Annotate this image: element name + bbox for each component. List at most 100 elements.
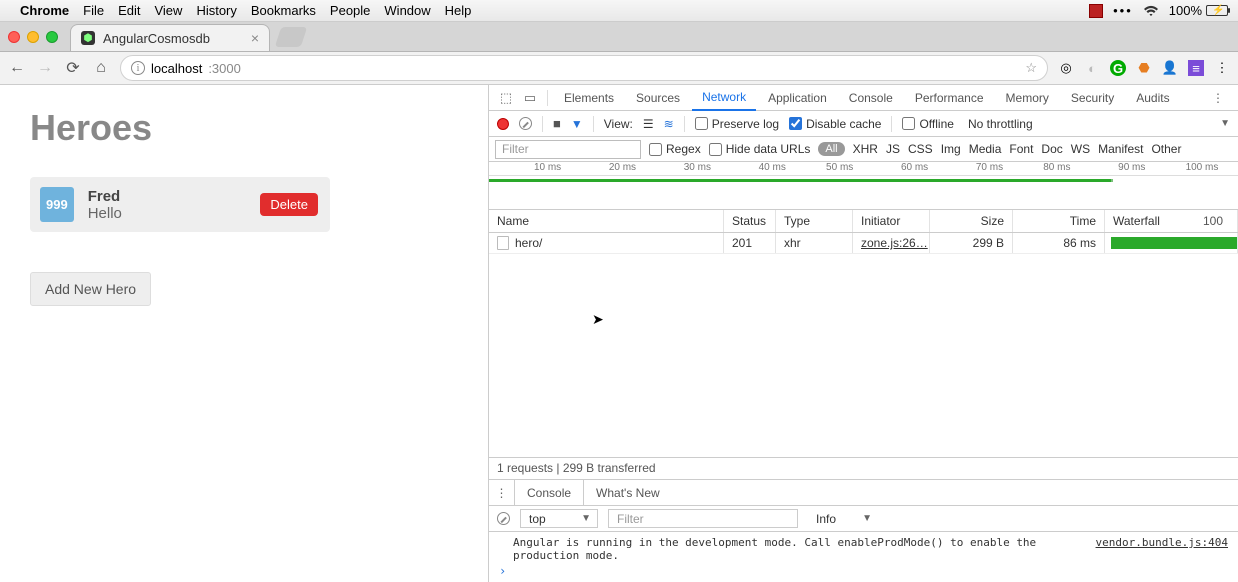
address-bar[interactable]: i localhost:3000 ☆ bbox=[120, 55, 1048, 81]
extension-icon[interactable]: ◐ bbox=[1084, 60, 1100, 76]
devtools-panel: ⬚ ▭ Elements Sources Network Application… bbox=[488, 85, 1238, 582]
extension-icon[interactable]: ◎ bbox=[1058, 60, 1074, 76]
filter-type-other[interactable]: Other bbox=[1151, 142, 1181, 156]
waterfall-view-icon[interactable]: ≋ bbox=[664, 117, 674, 131]
tab-elements[interactable]: Elements bbox=[554, 85, 624, 111]
file-icon bbox=[497, 236, 509, 250]
menu-people[interactable]: People bbox=[330, 3, 370, 18]
filter-type-xhr[interactable]: XHR bbox=[853, 142, 878, 156]
extension-icon[interactable]: ⬣ bbox=[1136, 60, 1152, 76]
filter-type-doc[interactable]: Doc bbox=[1041, 142, 1062, 156]
zoom-window-button[interactable] bbox=[46, 31, 58, 43]
tab-close-icon[interactable]: × bbox=[251, 30, 259, 46]
menubar-overflow-icon[interactable]: ••• bbox=[1113, 3, 1133, 18]
chrome-menu-icon[interactable]: ⋮ bbox=[1214, 60, 1230, 76]
large-rows-icon[interactable]: ☰ bbox=[643, 117, 654, 131]
menubar-extra-icon[interactable] bbox=[1089, 4, 1103, 18]
drawer-tab-console[interactable]: Console bbox=[515, 480, 584, 505]
col-waterfall[interactable]: Waterfall100 bbox=[1105, 210, 1238, 232]
site-info-icon[interactable]: i bbox=[131, 61, 145, 75]
network-filter-input[interactable]: Filter bbox=[495, 140, 641, 159]
hero-id-badge: 999 bbox=[40, 187, 74, 222]
clear-button[interactable] bbox=[519, 117, 532, 130]
hero-name: Fred bbox=[88, 188, 247, 205]
menu-window[interactable]: Window bbox=[384, 3, 430, 18]
console-prompt[interactable]: › bbox=[489, 564, 1238, 582]
console-level-select[interactable]: Info▼ bbox=[808, 509, 878, 528]
disable-cache-checkbox[interactable]: Disable cache bbox=[789, 117, 881, 131]
hero-card[interactable]: 999 Fred Hello Delete bbox=[30, 177, 330, 232]
col-type[interactable]: Type bbox=[776, 210, 853, 232]
reload-button[interactable]: ⟳ bbox=[64, 58, 82, 78]
menu-help[interactable]: Help bbox=[445, 3, 472, 18]
extension-icon[interactable]: ≡ bbox=[1188, 60, 1204, 76]
forward-button[interactable]: → bbox=[36, 59, 54, 77]
filter-type-ws[interactable]: WS bbox=[1071, 142, 1090, 156]
network-timeline[interactable]: 10 ms 20 ms 30 ms 40 ms 50 ms 60 ms 70 m… bbox=[489, 162, 1238, 210]
chrome-tabstrip: ⬢ AngularCosmosdb × bbox=[0, 22, 1238, 52]
menu-view[interactable]: View bbox=[154, 3, 182, 18]
offline-checkbox[interactable]: Offline bbox=[902, 117, 953, 131]
col-status[interactable]: Status bbox=[724, 210, 776, 232]
new-tab-button[interactable] bbox=[275, 27, 307, 47]
drawer-menu-icon[interactable]: ⋮ bbox=[489, 480, 515, 505]
col-size[interactable]: Size bbox=[930, 210, 1013, 232]
tab-memory[interactable]: Memory bbox=[996, 85, 1059, 111]
url-host: localhost bbox=[151, 61, 202, 76]
col-initiator[interactable]: Initiator bbox=[853, 210, 930, 232]
delete-button[interactable]: Delete bbox=[260, 193, 318, 216]
chevron-down-icon[interactable]: ▼ bbox=[1220, 118, 1230, 129]
extension-icon[interactable]: G bbox=[1110, 60, 1126, 76]
filter-type-css[interactable]: CSS bbox=[908, 142, 933, 156]
menu-history[interactable]: History bbox=[196, 3, 236, 18]
record-button[interactable] bbox=[497, 118, 509, 130]
back-button[interactable]: ← bbox=[8, 59, 26, 77]
screenshot-icon[interactable]: ■ bbox=[553, 116, 561, 131]
minimize-window-button[interactable] bbox=[27, 31, 39, 43]
tab-performance[interactable]: Performance bbox=[905, 85, 994, 111]
home-button[interactable]: ⌂ bbox=[92, 59, 110, 77]
add-hero-button[interactable]: Add New Hero bbox=[30, 272, 151, 306]
bookmark-star-icon[interactable]: ☆ bbox=[1025, 60, 1037, 76]
menubar-app[interactable]: Chrome bbox=[20, 3, 69, 18]
inspect-element-icon[interactable]: ⬚ bbox=[495, 90, 517, 106]
hide-data-urls-checkbox[interactable]: Hide data URLs bbox=[709, 142, 811, 156]
filter-type-js[interactable]: JS bbox=[886, 142, 900, 156]
console-clear-button[interactable] bbox=[497, 512, 510, 525]
network-row[interactable]: hero/ 201 xhr zone.js:26… 299 B 86 ms bbox=[489, 233, 1238, 254]
tab-network[interactable]: Network bbox=[692, 85, 756, 111]
menu-edit[interactable]: Edit bbox=[118, 3, 140, 18]
filter-toggle-icon[interactable]: ▼ bbox=[571, 117, 583, 131]
drawer-tab-whatsnew[interactable]: What's New bbox=[584, 480, 672, 505]
chrome-toolbar: ← → ⟳ ⌂ i localhost:3000 ☆ ◎ ◐ G ⬣ 👤 ≡ ⋮ bbox=[0, 52, 1238, 85]
browser-tab[interactable]: ⬢ AngularCosmosdb × bbox=[70, 24, 270, 51]
preserve-log-checkbox[interactable]: Preserve log bbox=[695, 117, 779, 131]
menu-file[interactable]: File bbox=[83, 3, 104, 18]
col-name[interactable]: Name bbox=[489, 210, 724, 232]
tab-sources[interactable]: Sources bbox=[626, 85, 690, 111]
filter-type-manifest[interactable]: Manifest bbox=[1098, 142, 1143, 156]
row-time: 86 ms bbox=[1013, 233, 1105, 253]
extension-icon[interactable]: 👤 bbox=[1162, 60, 1178, 76]
tab-application[interactable]: Application bbox=[758, 85, 837, 111]
console-context-select[interactable]: top▼ bbox=[520, 509, 598, 528]
tab-console[interactable]: Console bbox=[839, 85, 903, 111]
close-window-button[interactable] bbox=[8, 31, 20, 43]
tab-audits[interactable]: Audits bbox=[1126, 85, 1179, 111]
wifi-icon[interactable] bbox=[1143, 5, 1159, 17]
row-initiator[interactable]: zone.js:26… bbox=[861, 236, 928, 250]
tab-security[interactable]: Security bbox=[1061, 85, 1124, 111]
device-toolbar-icon[interactable]: ▭ bbox=[519, 90, 541, 106]
page-content: Heroes 999 Fred Hello Delete Add New Her… bbox=[0, 85, 488, 582]
console-source-link[interactable]: vendor.bundle.js:404 bbox=[1096, 536, 1228, 549]
console-filter-input[interactable]: Filter bbox=[608, 509, 798, 528]
filter-type-font[interactable]: Font bbox=[1009, 142, 1033, 156]
menu-bookmarks[interactable]: Bookmarks bbox=[251, 3, 316, 18]
devtools-menu-icon[interactable]: ⋮ bbox=[1204, 91, 1232, 105]
col-time[interactable]: Time bbox=[1013, 210, 1105, 232]
filter-type-img[interactable]: Img bbox=[941, 142, 961, 156]
filter-type-media[interactable]: Media bbox=[969, 142, 1002, 156]
throttling-select[interactable]: No throttling bbox=[968, 117, 1033, 131]
filter-type-all[interactable]: All bbox=[818, 142, 844, 156]
regex-checkbox[interactable]: Regex bbox=[649, 142, 701, 156]
